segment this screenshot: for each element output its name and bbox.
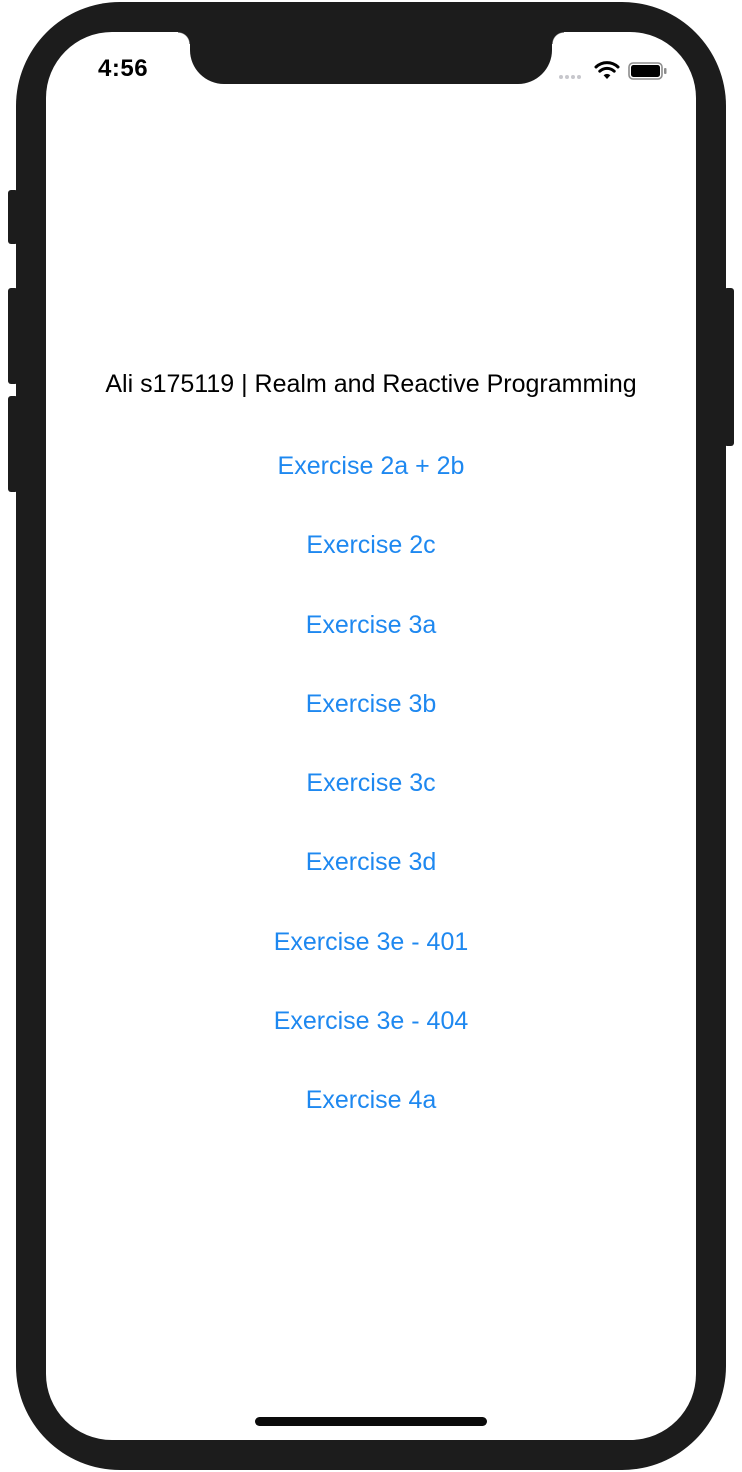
home-indicator[interactable] — [255, 1417, 487, 1426]
exercise-3e-404-button[interactable]: Exercise 3e - 404 — [46, 1003, 696, 1082]
exercise-2c-button[interactable]: Exercise 2c — [46, 527, 696, 606]
page-title: Ali s175119 | Realm and Reactive Program… — [105, 370, 637, 398]
exercise-3d-button[interactable]: Exercise 3d — [46, 844, 696, 923]
exercise-3c-button[interactable]: Exercise 3c — [46, 765, 696, 844]
exercise-2a-2b-button[interactable]: Exercise 2a + 2b — [46, 448, 696, 527]
exercise-4a-button[interactable]: Exercise 4a — [46, 1082, 696, 1161]
wifi-icon — [594, 61, 620, 79]
exercise-list: Exercise 2a + 2b Exercise 2c Exercise 3a… — [46, 448, 696, 1162]
notch — [178, 32, 564, 84]
cellular-signal-icon — [559, 75, 583, 93]
battery-icon — [628, 62, 667, 80]
exercise-3b-button[interactable]: Exercise 3b — [46, 686, 696, 765]
status-time: 4:56 — [98, 55, 149, 82]
exercise-3a-button[interactable]: Exercise 3a — [46, 607, 696, 686]
exercise-3e-401-button[interactable]: Exercise 3e - 401 — [46, 924, 696, 1003]
